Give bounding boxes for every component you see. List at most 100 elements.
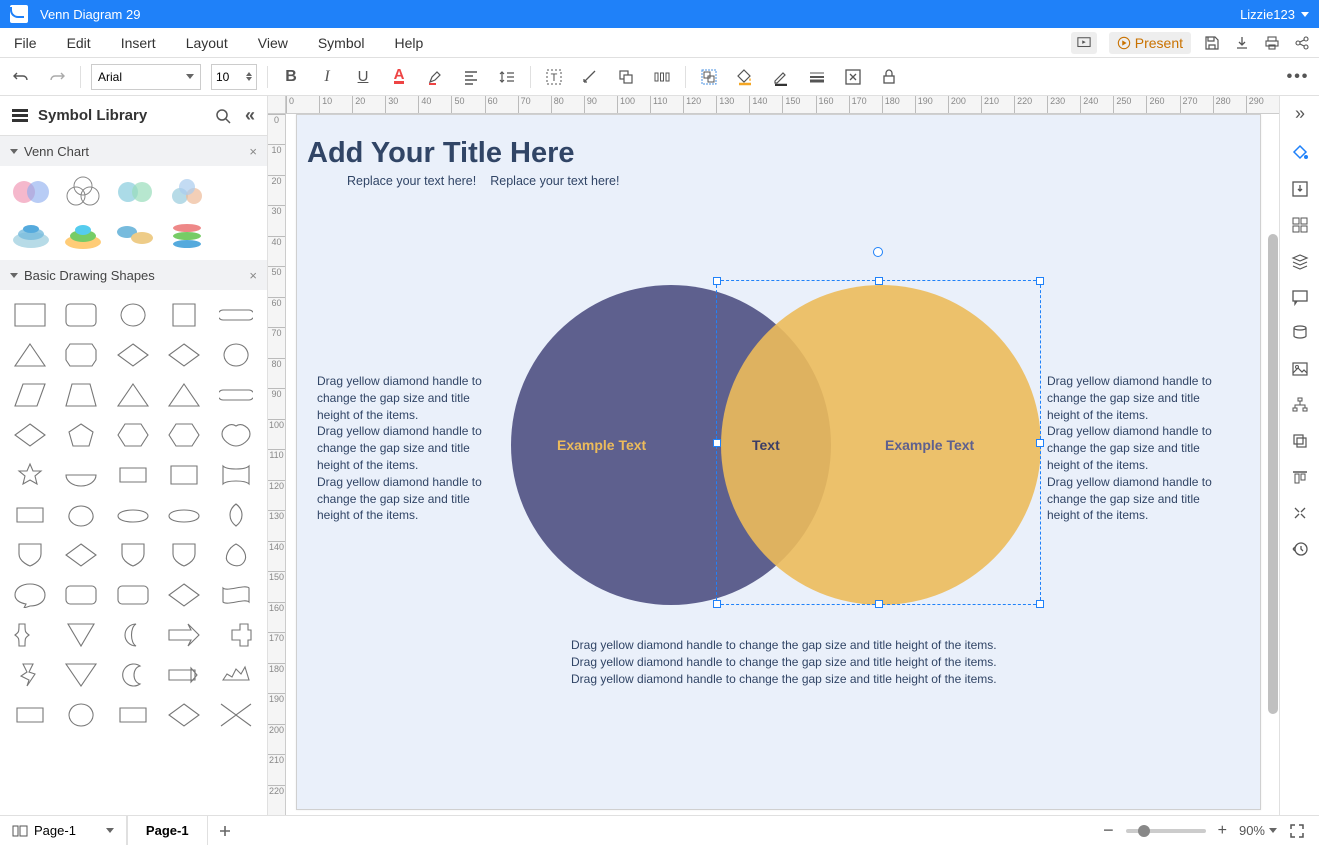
italic-button[interactable]: I (314, 64, 340, 90)
zoom-out-button[interactable]: − (1103, 820, 1114, 841)
venn-shape[interactable] (166, 218, 208, 250)
save-button[interactable] (1203, 34, 1221, 52)
resize-handle[interactable] (1036, 439, 1044, 447)
shape-thumb[interactable] (216, 300, 256, 330)
shape-thumb[interactable] (10, 660, 50, 690)
shape-thumb[interactable] (216, 500, 256, 530)
shape-thumb[interactable] (164, 700, 204, 730)
connector-button[interactable] (577, 64, 603, 90)
layers-panel-button[interactable] (1289, 250, 1311, 272)
collapse-sidebar-button[interactable] (245, 105, 255, 126)
shape-thumb[interactable] (113, 620, 153, 650)
subtitle-1[interactable]: Replace your text here! (347, 174, 476, 188)
download-button[interactable] (1233, 34, 1251, 52)
shape-thumb[interactable] (10, 460, 50, 490)
menu-help[interactable]: Help (395, 35, 424, 51)
shape-thumb[interactable] (164, 500, 204, 530)
user-menu[interactable]: Lizzie123 (1240, 7, 1309, 22)
shape-thumb[interactable] (113, 340, 153, 370)
shape-thumb[interactable] (113, 540, 153, 570)
venn-shape[interactable] (114, 218, 156, 250)
resize-handle[interactable] (713, 277, 721, 285)
shape-thumb[interactable] (164, 540, 204, 570)
grid-panel-button[interactable] (1289, 214, 1311, 236)
shape-thumb[interactable] (10, 540, 50, 570)
shape-thumb[interactable] (10, 700, 50, 730)
scrollbar-vertical[interactable] (1265, 114, 1279, 815)
fill-panel-button[interactable] (1289, 142, 1311, 164)
shape-thumb[interactable] (113, 660, 153, 690)
shape-thumb[interactable] (61, 420, 101, 450)
present-button[interactable]: Present (1109, 32, 1191, 54)
canvas-page[interactable]: Add Your Title Here Replace your text he… (296, 114, 1261, 810)
subtitle-2[interactable]: Replace your text here! (490, 174, 619, 188)
zoom-select[interactable]: 90% (1239, 823, 1277, 838)
shape-thumb[interactable] (113, 300, 153, 330)
tab-page-1[interactable]: Page-1 (127, 816, 208, 845)
scroll-thumb[interactable] (1268, 234, 1278, 714)
page-title[interactable]: Add Your Title Here (297, 115, 1260, 174)
tree-panel-button[interactable] (1289, 394, 1311, 416)
shape-thumb[interactable] (61, 700, 101, 730)
align-panel-button[interactable] (1289, 466, 1311, 488)
shape-thumb[interactable] (216, 460, 256, 490)
page-select[interactable]: Page-1 (34, 823, 114, 838)
shape-thumb[interactable] (216, 340, 256, 370)
shape-thumb[interactable] (10, 500, 50, 530)
more-button[interactable]: ••• (1285, 64, 1311, 90)
font-size-select[interactable]: 10 (211, 64, 257, 90)
fill-button[interactable] (732, 64, 758, 90)
group-button[interactable] (696, 64, 722, 90)
image-panel-button[interactable] (1289, 358, 1311, 380)
shape-thumb[interactable] (61, 620, 101, 650)
history-panel-button[interactable] (1289, 538, 1311, 560)
menu-view[interactable]: View (258, 35, 288, 51)
shape-thumb[interactable] (216, 580, 256, 610)
venn-shape[interactable] (62, 176, 104, 208)
fullscreen-button[interactable] (1289, 823, 1305, 839)
close-icon[interactable]: × (249, 268, 257, 283)
shape-thumb[interactable] (61, 300, 101, 330)
description-bottom[interactable]: Drag yellow diamond handle to change the… (571, 637, 997, 687)
venn-shape[interactable] (114, 176, 156, 208)
shape-thumb[interactable] (164, 460, 204, 490)
zoom-slider[interactable] (1126, 829, 1206, 833)
underline-button[interactable]: U (350, 64, 376, 90)
close-icon[interactable]: × (249, 144, 257, 159)
shape-thumb[interactable] (164, 620, 204, 650)
menu-symbol[interactable]: Symbol (318, 35, 365, 51)
shape-thumb[interactable] (113, 420, 153, 450)
pages-icon[interactable] (12, 824, 28, 838)
data-panel-button[interactable] (1289, 322, 1311, 344)
add-page-button[interactable] (208, 824, 242, 838)
resize-handle[interactable] (1036, 277, 1044, 285)
shape-thumb[interactable] (164, 380, 204, 410)
font-select[interactable]: Arial (91, 64, 201, 90)
venn-shape[interactable] (10, 176, 52, 208)
shape-thumb[interactable] (10, 340, 50, 370)
slideshow-button[interactable] (1071, 32, 1097, 54)
lock-button[interactable] (876, 64, 902, 90)
undo-button[interactable] (8, 64, 34, 90)
resize-handle[interactable] (713, 439, 721, 447)
shape-thumb[interactable] (113, 700, 153, 730)
crosshair-panel-button[interactable] (1289, 502, 1311, 524)
panel-basic-header[interactable]: Basic Drawing Shapes × (0, 260, 267, 290)
description-left[interactable]: Drag yellow diamond handle to change the… (317, 373, 497, 524)
shape-thumb[interactable] (61, 500, 101, 530)
venn-shape[interactable] (166, 176, 208, 208)
align-button[interactable] (458, 64, 484, 90)
shape-thumb[interactable] (61, 340, 101, 370)
shape-thumb[interactable] (164, 340, 204, 370)
venn-shape[interactable] (10, 218, 52, 250)
resize-handle[interactable] (875, 600, 883, 608)
line-spacing-button[interactable] (494, 64, 520, 90)
collapse-right-icon[interactable] (1289, 102, 1311, 128)
shape-thumb[interactable] (10, 580, 50, 610)
shape-thumb[interactable] (216, 700, 256, 730)
copy-panel-button[interactable] (1289, 430, 1311, 452)
shape-thumb[interactable] (216, 620, 256, 650)
font-color-button[interactable]: A (386, 64, 412, 90)
shape-thumb[interactable] (164, 300, 204, 330)
text-tool-button[interactable]: T (541, 64, 567, 90)
